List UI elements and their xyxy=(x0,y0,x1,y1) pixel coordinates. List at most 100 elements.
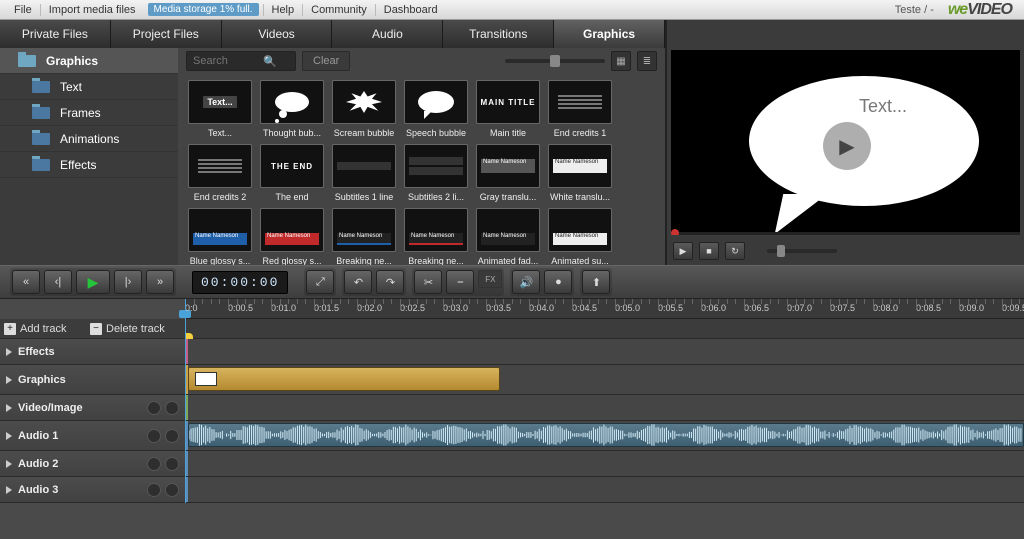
track-knob[interactable] xyxy=(147,429,161,443)
graphic-item-scream-bubble[interactable]: Scream bubble xyxy=(330,80,398,138)
track-head-audio-2[interactable]: Audio 2 xyxy=(0,451,120,476)
step-forward-button[interactable]: |› xyxy=(114,270,142,294)
menu-community[interactable]: Community xyxy=(302,4,375,16)
sidebar-item-text[interactable]: Text xyxy=(0,74,178,100)
graphic-item-thought-bubble[interactable]: Thought bub... xyxy=(258,80,326,138)
preview-volume-slider[interactable] xyxy=(767,249,837,253)
graphic-item-blue-glossy[interactable]: Name NamesonBlue glossy s... xyxy=(186,208,254,265)
graphic-item-main-title[interactable]: MAIN TITLEMain title xyxy=(474,80,542,138)
clip-speech-bubble[interactable] xyxy=(188,367,500,391)
graphic-item-end-credits-2[interactable]: End credits 2 xyxy=(186,144,254,202)
thumbnail-size-slider[interactable] xyxy=(505,59,605,63)
graphic-item-animated-fade[interactable]: Name NamesonAnimated fad... xyxy=(474,208,542,265)
play-button[interactable]: ▶ xyxy=(76,270,110,294)
fullscreen-button[interactable]: ⤢ xyxy=(306,270,334,294)
graphic-item-subtitles-2[interactable]: Subtitles 2 li... xyxy=(402,144,470,202)
folder-icon xyxy=(32,81,50,93)
track-head-audio-3[interactable]: Audio 3 xyxy=(0,477,120,502)
tab-project-files[interactable]: Project Files xyxy=(111,20,222,48)
record-button[interactable]: ● xyxy=(544,270,572,294)
menubar: File Import media files Media storage 1%… xyxy=(0,0,1024,20)
graphic-item-the-end[interactable]: THE ENDThe end xyxy=(258,144,326,202)
library-tabs: Private Files Project Files Videos Audio… xyxy=(0,20,665,48)
graphic-item-subtitles-1[interactable]: Subtitles 1 line xyxy=(330,144,398,202)
graphic-item-breaking-news-red[interactable]: Name NamesonBreaking ne... xyxy=(402,208,470,265)
menu-file[interactable]: File xyxy=(6,4,40,16)
track-head-video[interactable]: Video/Image xyxy=(0,395,120,420)
track-knob[interactable] xyxy=(147,401,161,415)
preview-play-overlay[interactable]: ▶ xyxy=(823,122,871,170)
preview-scrubber[interactable] xyxy=(671,232,1020,235)
tab-audio[interactable]: Audio xyxy=(332,20,443,48)
sidebar-item-animations[interactable]: Animations xyxy=(0,126,178,152)
sidebar-item-graphics[interactable]: Graphics xyxy=(0,48,178,74)
graphic-item-animated-subtitle[interactable]: Name NamesonAnimated su... xyxy=(546,208,614,265)
view-list-button[interactable]: ≣ xyxy=(637,51,657,71)
graphic-item-breaking-news-blue[interactable]: Name NamesonBreaking ne... xyxy=(330,208,398,265)
menu-dashboard[interactable]: Dashboard xyxy=(375,4,446,16)
track-head-audio-1[interactable]: Audio 1 xyxy=(0,421,120,450)
track-head-graphics[interactable]: Graphics xyxy=(0,365,120,394)
clip-audio[interactable] xyxy=(188,423,1024,447)
library-grid-scroll[interactable]: Text...Text... Thought bub... Scream bub… xyxy=(178,74,665,265)
expand-icon xyxy=(6,486,12,494)
track-knob[interactable] xyxy=(165,401,179,415)
track-knob[interactable] xyxy=(147,483,161,497)
search-box[interactable]: 🔍 xyxy=(186,51,296,71)
preview-viewport[interactable]: Text... ▶ xyxy=(671,50,1020,235)
track-graphics: Graphics xyxy=(0,365,1024,395)
add-track-button[interactable]: +Add track xyxy=(0,323,90,335)
menu-help[interactable]: Help xyxy=(263,4,303,16)
redo-button[interactable]: ↷ xyxy=(376,270,404,294)
timeline-transport: « ‹| ▶ |› » 00:00:00 ⤢ ↶ ↷ ✂ ⎯ FX 🔊 ● ⬆ xyxy=(0,265,1024,299)
delete-track-button[interactable]: −Delete track xyxy=(90,323,185,335)
preview-playhead-dot[interactable] xyxy=(671,229,679,235)
graphic-item-white-translucent[interactable]: Name NamesonWhite translu... xyxy=(546,144,614,202)
user-menu[interactable]: Teste / - xyxy=(887,4,942,16)
track-lane-audio-1[interactable] xyxy=(185,421,1024,450)
track-lane-audio-3[interactable] xyxy=(185,477,1024,502)
rewind-start-button[interactable]: « xyxy=(12,270,40,294)
graphic-item-text[interactable]: Text...Text... xyxy=(186,80,254,138)
track-lane-audio-2[interactable] xyxy=(185,451,1024,476)
speech-bubble-icon xyxy=(418,91,454,113)
track-lane-effects[interactable] xyxy=(185,339,1024,364)
menu-import[interactable]: Import media files xyxy=(40,4,144,16)
graphic-item-end-credits-1[interactable]: End credits 1 xyxy=(546,80,614,138)
preview-loop-button[interactable]: ↻ xyxy=(725,242,745,260)
undo-button[interactable]: ↶ xyxy=(344,270,372,294)
graphic-item-speech-bubble[interactable]: Speech bubble xyxy=(402,80,470,138)
graphic-item-red-glossy[interactable]: Name NamesonRed glossy s... xyxy=(258,208,326,265)
track-knob[interactable] xyxy=(165,429,179,443)
step-back-button[interactable]: ‹| xyxy=(44,270,72,294)
track-knob[interactable] xyxy=(165,483,179,497)
timeline-ruler[interactable]: 0:00:00.50:01.00:01.50:02.00:02.50:03.00… xyxy=(185,299,1024,319)
preview-play-button[interactable]: ▶ xyxy=(673,242,693,260)
search-input[interactable] xyxy=(193,55,263,67)
export-button[interactable]: ⬆ xyxy=(582,270,610,294)
sidebar-item-effects[interactable]: Effects xyxy=(0,152,178,178)
track-lane-graphics[interactable] xyxy=(185,365,1024,394)
volume-button[interactable]: 🔊 xyxy=(512,270,540,294)
track-knob[interactable] xyxy=(147,457,161,471)
graphic-item-gray-translucent[interactable]: Name NamesonGray translu... xyxy=(474,144,542,202)
preview-stop-button[interactable]: ■ xyxy=(699,242,719,260)
forward-end-button[interactable]: » xyxy=(146,270,174,294)
tab-videos[interactable]: Videos xyxy=(222,20,333,48)
split-button[interactable]: ⎯ xyxy=(446,270,474,294)
track-lane-video[interactable] xyxy=(185,395,1024,420)
upper-area: Private Files Project Files Videos Audio… xyxy=(0,20,1024,265)
track-audio-3: Audio 3 xyxy=(0,477,1024,503)
track-knob[interactable] xyxy=(165,457,179,471)
view-grid-button[interactable]: ▦ xyxy=(611,51,631,71)
media-storage-badge[interactable]: Media storage 1% full. xyxy=(148,3,259,16)
library-panel: Private Files Project Files Videos Audio… xyxy=(0,20,666,265)
tab-private-files[interactable]: Private Files xyxy=(0,20,111,48)
track-head-effects[interactable]: Effects xyxy=(0,339,120,364)
tab-graphics[interactable]: Graphics xyxy=(554,20,665,48)
tab-transitions[interactable]: Transitions xyxy=(443,20,554,48)
cut-button[interactable]: ✂ xyxy=(414,270,442,294)
fx-button[interactable]: FX xyxy=(478,270,502,288)
sidebar-item-frames[interactable]: Frames xyxy=(0,100,178,126)
clear-button[interactable]: Clear xyxy=(302,51,350,71)
